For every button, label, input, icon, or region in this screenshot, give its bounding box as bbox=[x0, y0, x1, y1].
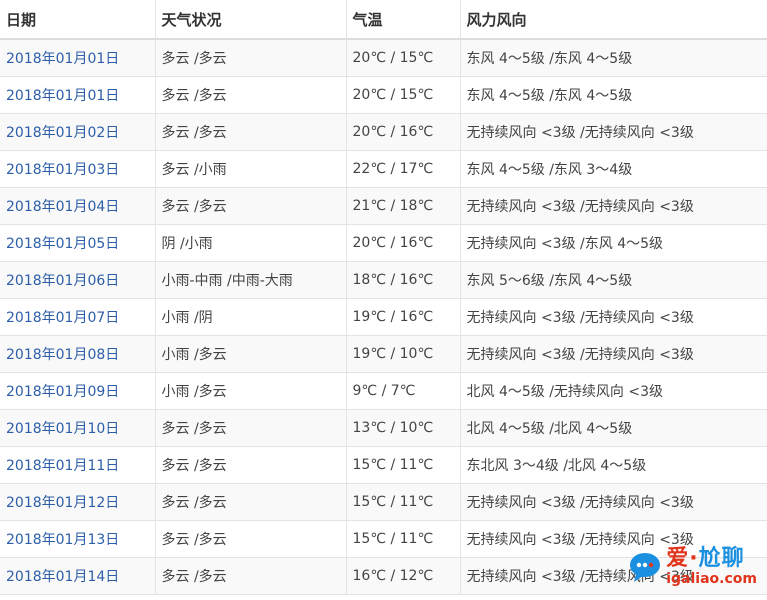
condition-cell: 小雨 /阴 bbox=[155, 298, 347, 336]
date-link[interactable]: 2018年01月14日 bbox=[6, 569, 119, 585]
temperature-cell: 19℃ / 16℃ bbox=[346, 298, 461, 336]
wind-cell: 无持续风向 <3级 /无持续风向 <3级 bbox=[460, 298, 767, 336]
column-header-date: 日期 bbox=[0, 0, 156, 40]
date-link[interactable]: 2018年01月03日 bbox=[6, 162, 119, 178]
condition-cell: 多云 /多云 bbox=[155, 39, 347, 77]
table-row: 2018年01月01日 多云 /多云 20℃ / 15℃ 东风 4～5级 /东风 4～… bbox=[0, 76, 767, 114]
column-header-condition: 天气状况 bbox=[155, 0, 347, 40]
wind-cell: 无持续风向 <3级 /无持续风向 <3级 bbox=[460, 335, 767, 373]
condition-cell: 多云 /多云 bbox=[155, 483, 347, 521]
date-link[interactable]: 2018年01月01日 bbox=[6, 51, 119, 67]
table-row: 2018年01月12日 多云 /多云 15℃ / 11℃ 无持续风向 <3级 /无持续… bbox=[0, 483, 767, 521]
condition-cell: 多云 /多云 bbox=[155, 76, 347, 114]
date-cell: 2018年01月13日 bbox=[0, 520, 156, 558]
date-link[interactable]: 2018年01月10日 bbox=[6, 421, 119, 437]
table-row: 2018年01月07日 小雨 /阴 19℃ / 16℃ 无持续风向 <3级 /无持续风… bbox=[0, 298, 767, 336]
column-header-wind: 风力风向 bbox=[460, 0, 767, 40]
condition-cell: 多云 /小雨 bbox=[155, 150, 347, 188]
condition-cell: 多云 /多云 bbox=[155, 446, 347, 484]
temperature-cell: 21℃ / 18℃ bbox=[346, 187, 461, 225]
condition-cell: 多云 /多云 bbox=[155, 113, 347, 151]
condition-cell: 阴 /小雨 bbox=[155, 224, 347, 262]
wind-cell: 无持续风向 <3级 /无持续风向 <3级 bbox=[460, 557, 767, 595]
table-row: 2018年01月06日 小雨-中雨 /中雨-大雨 18℃ / 16℃ 东风 5～6级 … bbox=[0, 261, 767, 299]
wind-cell: 北风 4～5级 /无持续风向 <3级 bbox=[460, 372, 767, 410]
temperature-cell: 19℃ / 10℃ bbox=[346, 335, 461, 373]
date-cell: 2018年01月08日 bbox=[0, 335, 156, 373]
date-link[interactable]: 2018年01月07日 bbox=[6, 310, 119, 326]
table-header: 日期 天气状况 气温 风力风向 bbox=[0, 0, 767, 40]
temperature-cell: 15℃ / 11℃ bbox=[346, 483, 461, 521]
date-cell: 2018年01月01日 bbox=[0, 76, 156, 114]
date-link[interactable]: 2018年01月02日 bbox=[6, 125, 119, 141]
wind-cell: 无持续风向 <3级 /无持续风向 <3级 bbox=[460, 187, 767, 225]
table-row: 2018年01月02日 多云 /多云 20℃ / 16℃ 无持续风向 <3级 /无持续… bbox=[0, 113, 767, 151]
table-row: 2018年01月03日 多云 /小雨 22℃ / 17℃ 东风 4～5级 /东风 3～… bbox=[0, 150, 767, 188]
wind-cell: 东风 4～5级 /东风 4～5级 bbox=[460, 76, 767, 114]
weather-history-table: 日期 天气状况 气温 风力风向 2018年01月01日 多云 /多云 20℃ / 1… bbox=[0, 0, 767, 595]
temperature-cell: 20℃ / 15℃ bbox=[346, 39, 461, 77]
table-row: 2018年01月09日 小雨 /多云 9℃ / 7℃ 北风 4～5级 /无持续风向 <… bbox=[0, 372, 767, 410]
date-link[interactable]: 2018年01月11日 bbox=[6, 458, 119, 474]
table-row: 2018年01月13日 多云 /多云 15℃ / 11℃ 无持续风向 <3级 /无持续… bbox=[0, 520, 767, 558]
wind-cell: 东风 4～5级 /东风 4～5级 bbox=[460, 39, 767, 77]
temperature-cell: 20℃ / 15℃ bbox=[346, 76, 461, 114]
weather-history-page: 日期 天气状况 气温 风力风向 2018年01月01日 多云 /多云 20℃ / 1… bbox=[0, 0, 767, 600]
wind-cell: 无持续风向 <3级 /东风 4～5级 bbox=[460, 224, 767, 262]
table-row: 2018年01月11日 多云 /多云 15℃ / 11℃ 东北风 3～4级 /北风 4… bbox=[0, 446, 767, 484]
table-body: 2018年01月01日 多云 /多云 20℃ / 15℃ 东风 4～5级 /东风 4～… bbox=[0, 39, 767, 595]
date-link[interactable]: 2018年01月12日 bbox=[6, 495, 119, 511]
table-row: 2018年01月14日 多云 /多云 16℃ / 12℃ 无持续风向 <3级 /无持续… bbox=[0, 557, 767, 595]
wind-cell: 北风 4～5级 /北风 4～5级 bbox=[460, 409, 767, 447]
date-link[interactable]: 2018年01月01日 bbox=[6, 88, 119, 104]
temperature-cell: 9℃ / 7℃ bbox=[346, 372, 461, 410]
temperature-cell: 15℃ / 11℃ bbox=[346, 446, 461, 484]
condition-cell: 小雨-中雨 /中雨-大雨 bbox=[155, 261, 347, 299]
date-cell: 2018年01月01日 bbox=[0, 39, 156, 77]
date-cell: 2018年01月05日 bbox=[0, 224, 156, 262]
condition-cell: 多云 /多云 bbox=[155, 187, 347, 225]
temperature-cell: 20℃ / 16℃ bbox=[346, 224, 461, 262]
date-cell: 2018年01月06日 bbox=[0, 261, 156, 299]
wind-cell: 东北风 3～4级 /北风 4～5级 bbox=[460, 446, 767, 484]
date-cell: 2018年01月02日 bbox=[0, 113, 156, 151]
date-link[interactable]: 2018年01月13日 bbox=[6, 532, 119, 548]
wind-cell: 东风 4～5级 /东风 3～4级 bbox=[460, 150, 767, 188]
date-cell: 2018年01月11日 bbox=[0, 446, 156, 484]
date-cell: 2018年01月07日 bbox=[0, 298, 156, 336]
temperature-cell: 20℃ / 16℃ bbox=[346, 113, 461, 151]
table-row: 2018年01月05日 阴 /小雨 20℃ / 16℃ 无持续风向 <3级 /东风 4… bbox=[0, 224, 767, 262]
date-cell: 2018年01月09日 bbox=[0, 372, 156, 410]
table-row: 2018年01月01日 多云 /多云 20℃ / 15℃ 东风 4～5级 /东风 4～… bbox=[0, 39, 767, 77]
wind-cell: 无持续风向 <3级 /无持续风向 <3级 bbox=[460, 113, 767, 151]
wind-cell: 无持续风向 <3级 /无持续风向 <3级 bbox=[460, 483, 767, 521]
temperature-cell: 18℃ / 16℃ bbox=[346, 261, 461, 299]
condition-cell: 多云 /多云 bbox=[155, 557, 347, 595]
column-header-temperature: 气温 bbox=[346, 0, 461, 40]
wind-cell: 东风 5～6级 /东风 4～5级 bbox=[460, 261, 767, 299]
condition-cell: 多云 /多云 bbox=[155, 409, 347, 447]
date-link[interactable]: 2018年01月09日 bbox=[6, 384, 119, 400]
date-cell: 2018年01月12日 bbox=[0, 483, 156, 521]
date-link[interactable]: 2018年01月06日 bbox=[6, 273, 119, 289]
wind-cell: 无持续风向 <3级 /无持续风向 <3级 bbox=[460, 520, 767, 558]
condition-cell: 小雨 /多云 bbox=[155, 335, 347, 373]
table-row: 2018年01月08日 小雨 /多云 19℃ / 10℃ 无持续风向 <3级 /无持续… bbox=[0, 335, 767, 373]
date-cell: 2018年01月14日 bbox=[0, 557, 156, 595]
date-cell: 2018年01月03日 bbox=[0, 150, 156, 188]
date-link[interactable]: 2018年01月04日 bbox=[6, 199, 119, 215]
temperature-cell: 13℃ / 10℃ bbox=[346, 409, 461, 447]
date-cell: 2018年01月10日 bbox=[0, 409, 156, 447]
table-row: 2018年01月10日 多云 /多云 13℃ / 10℃ 北风 4～5级 /北风 4～… bbox=[0, 409, 767, 447]
date-link[interactable]: 2018年01月08日 bbox=[6, 347, 119, 363]
temperature-cell: 16℃ / 12℃ bbox=[346, 557, 461, 595]
temperature-cell: 22℃ / 17℃ bbox=[346, 150, 461, 188]
table-row: 2018年01月04日 多云 /多云 21℃ / 18℃ 无持续风向 <3级 /无持续… bbox=[0, 187, 767, 225]
date-link[interactable]: 2018年01月05日 bbox=[6, 236, 119, 252]
table-header-row: 日期 天气状况 气温 风力风向 bbox=[0, 0, 767, 40]
condition-cell: 小雨 /多云 bbox=[155, 372, 347, 410]
date-cell: 2018年01月04日 bbox=[0, 187, 156, 225]
temperature-cell: 15℃ / 11℃ bbox=[346, 520, 461, 558]
condition-cell: 多云 /多云 bbox=[155, 520, 347, 558]
